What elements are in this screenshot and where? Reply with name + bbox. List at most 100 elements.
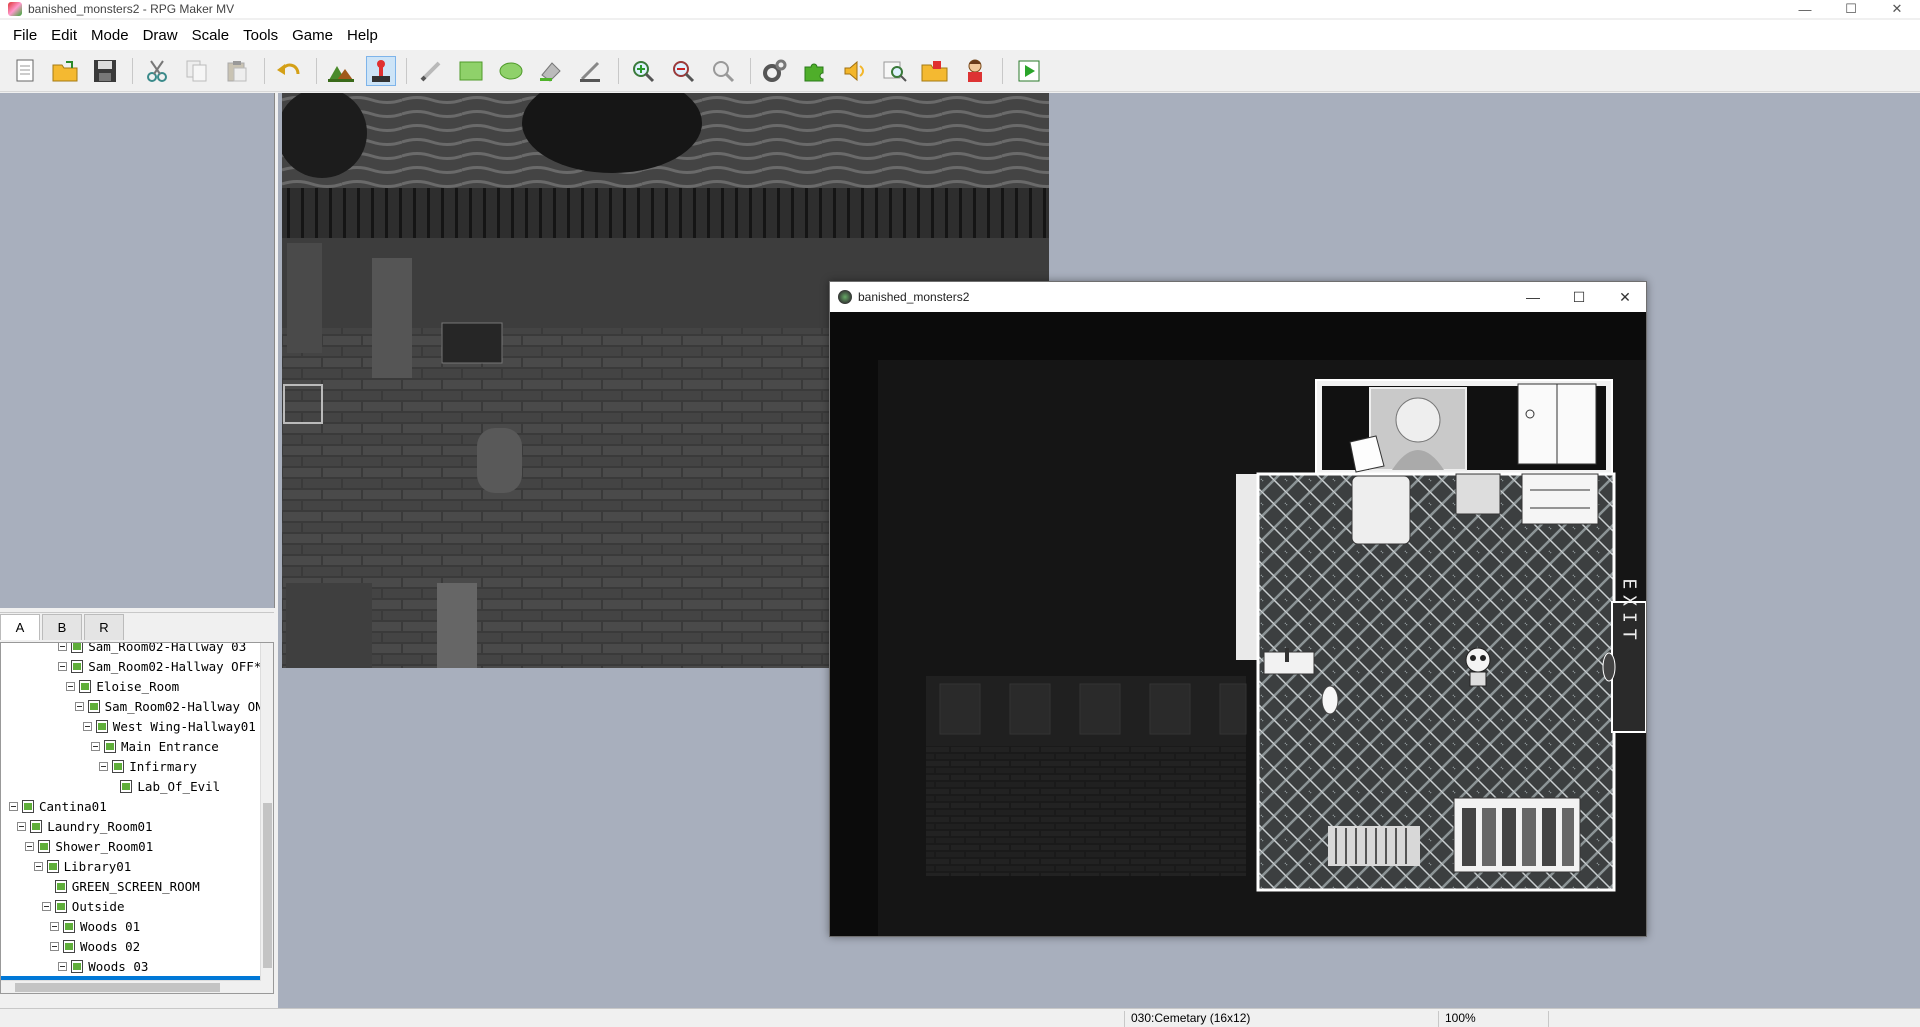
window-title: banished_monsters2 - RPG Maker MV xyxy=(28,2,235,16)
collapse-toggle-icon[interactable] xyxy=(9,801,18,811)
game-close-button[interactable]: ✕ xyxy=(1602,282,1648,312)
collapse-toggle-icon[interactable] xyxy=(66,681,76,691)
collapse-toggle-icon[interactable] xyxy=(82,721,92,731)
map-tree-label: Sam_Room02-Hallway ON- xyxy=(104,698,271,714)
map-tree-item[interactable]: Sam_Room02-Hallway ON- xyxy=(74,696,271,716)
collapse-toggle-icon[interactable] xyxy=(17,821,27,831)
map-tree-item[interactable]: Woods 01 xyxy=(50,916,140,936)
collapse-toggle-icon[interactable] xyxy=(91,741,100,751)
map-icon xyxy=(71,643,84,653)
tileset-palette[interactable] xyxy=(0,93,275,608)
menu-edit[interactable]: Edit xyxy=(44,23,84,48)
map-tree-item[interactable]: Woods 02 xyxy=(50,936,140,956)
game-minimize-button[interactable]: — xyxy=(1510,282,1556,312)
map-tree-label: Woods 02 xyxy=(80,938,141,954)
collapse-toggle-icon[interactable] xyxy=(41,901,51,911)
menu-tools[interactable]: Tools xyxy=(236,23,285,48)
map-icon xyxy=(22,799,34,813)
map-tree-item[interactable]: West Wing-Hallway01 xyxy=(82,716,256,736)
map-tree-item[interactable]: Outside xyxy=(41,896,125,916)
map-tree-item[interactable]: Sam_Room02-Hallway OFF*- xyxy=(58,656,269,676)
collapse-toggle-icon[interactable] xyxy=(50,941,59,951)
new-project-icon[interactable] xyxy=(10,56,40,86)
zoom-in-icon[interactable] xyxy=(628,56,658,86)
map-tree-vertical-scrollbar[interactable] xyxy=(260,643,273,993)
map-tree-item[interactable]: Woods 03 xyxy=(58,956,148,976)
map-tree-item[interactable]: Shower_Room01 xyxy=(25,836,153,856)
collapse-toggle-icon[interactable] xyxy=(58,661,68,671)
map-tree-label: West Wing-Hallway01 xyxy=(112,718,256,734)
map-tree-item[interactable]: Sam_Room02-Hallway 03 xyxy=(58,642,247,656)
save-project-icon[interactable] xyxy=(90,56,120,86)
tab-r[interactable]: R xyxy=(84,614,124,640)
collapse-toggle-icon[interactable] xyxy=(58,643,68,651)
cut-icon[interactable] xyxy=(142,56,172,86)
fill-icon[interactable] xyxy=(536,56,566,86)
database-icon[interactable] xyxy=(760,56,790,86)
map-tree-item[interactable]: Infirmary xyxy=(99,756,197,776)
pencil-icon[interactable] xyxy=(416,56,446,86)
map-icon xyxy=(87,699,100,713)
event-mode-icon[interactable] xyxy=(366,56,396,86)
map-icon xyxy=(46,859,59,873)
resource-manager-icon[interactable] xyxy=(920,56,950,86)
open-project-icon[interactable] xyxy=(50,56,80,86)
game-screen[interactable]: EXIT xyxy=(830,312,1647,936)
map-tree-label: Laundry_Room01 xyxy=(47,818,153,834)
menu-scale[interactable]: Scale xyxy=(185,23,237,48)
menu-file[interactable]: File xyxy=(6,23,44,48)
map-editor-area[interactable]: banished_monsters2 — ☐ ✕ EXIT xyxy=(278,93,1920,1008)
map-icon xyxy=(54,879,67,893)
rectangle-icon[interactable] xyxy=(456,56,486,86)
map-mode-icon[interactable] xyxy=(326,56,356,86)
playtest-game-window[interactable]: banished_monsters2 — ☐ ✕ EXIT xyxy=(829,281,1647,937)
ellipse-icon[interactable] xyxy=(496,56,526,86)
playtest-icon[interactable] xyxy=(1014,56,1044,86)
game-maximize-button[interactable]: ☐ xyxy=(1556,282,1602,312)
map-tree-item[interactable]: Library01 xyxy=(33,856,131,876)
map-tree-horizontal-scrollbar[interactable] xyxy=(1,980,261,993)
map-tree-label: Outside xyxy=(71,898,125,914)
map-tree-item[interactable]: Main Entrance xyxy=(91,736,219,756)
zoom-out-icon[interactable] xyxy=(668,56,698,86)
maximize-button[interactable]: ☐ xyxy=(1828,0,1874,18)
undo-icon[interactable] xyxy=(274,56,304,86)
collapse-toggle-icon[interactable] xyxy=(25,841,35,851)
collapse-toggle-icon[interactable] xyxy=(58,961,68,971)
map-tree-label: Sam_Room02-Hallway 03 xyxy=(88,642,247,654)
game-app-icon xyxy=(838,290,852,304)
minimize-button[interactable]: — xyxy=(1782,0,1828,18)
sound-test-icon[interactable] xyxy=(840,56,870,86)
collapse-toggle-icon[interactable] xyxy=(99,761,109,771)
actual-size-icon[interactable] xyxy=(708,56,738,86)
map-icon xyxy=(112,759,125,773)
character-generator-icon[interactable] xyxy=(960,56,990,86)
tab-a[interactable]: A xyxy=(0,614,40,640)
map-info-status: 030:Cemetary (16x12) xyxy=(1124,1011,1438,1027)
menu-draw[interactable]: Draw xyxy=(136,23,185,48)
plugin-manager-icon[interactable] xyxy=(800,56,830,86)
collapse-toggle-icon[interactable] xyxy=(74,701,84,711)
exit-sign: EXIT xyxy=(1619,578,1640,645)
map-tree-item[interactable]: Laundry_Room01 xyxy=(17,816,153,836)
paste-icon[interactable] xyxy=(222,56,252,86)
game-window-title-bar: banished_monsters2 — ☐ ✕ xyxy=(830,282,1646,312)
map-tree-item[interactable]: GREEN_SCREEN_ROOM xyxy=(42,876,200,896)
collapse-toggle-icon[interactable] xyxy=(33,861,43,871)
map-tree-item[interactable]: Eloise_Room xyxy=(66,676,179,696)
menu-game[interactable]: Game xyxy=(285,23,340,48)
close-button[interactable]: ✕ xyxy=(1874,0,1920,18)
menu-help[interactable]: Help xyxy=(340,23,385,48)
menu-mode[interactable]: Mode xyxy=(84,23,136,48)
map-tree[interactable]: Sam_Room02-Hallway 03 Sam_Room02-Hallway … xyxy=(0,642,274,994)
shadow-pen-icon[interactable] xyxy=(576,56,606,86)
tab-b[interactable]: B xyxy=(42,614,82,640)
collapse-toggle-icon[interactable] xyxy=(50,921,59,931)
map-icon xyxy=(63,939,75,953)
copy-icon[interactable] xyxy=(182,56,212,86)
event-searcher-icon[interactable] xyxy=(880,56,910,86)
map-tree-item[interactable]: Lab_Of_Evil xyxy=(107,776,220,796)
map-icon xyxy=(63,919,75,933)
map-tree-item[interactable]: Cantina01 xyxy=(9,796,107,816)
